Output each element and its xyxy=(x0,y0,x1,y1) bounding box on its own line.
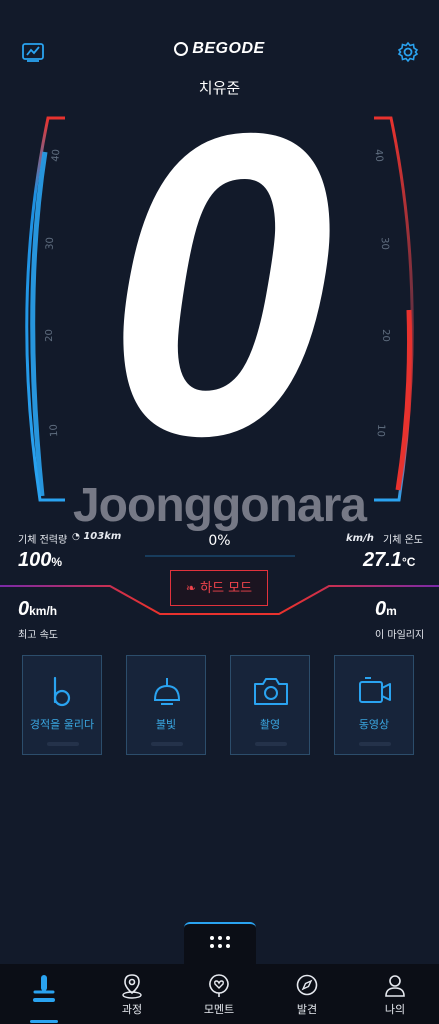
nav-label: 과정 xyxy=(121,1003,143,1016)
horn-icon xyxy=(53,676,71,707)
max-speed-value: 0km/h xyxy=(18,598,57,621)
nav-item-moment[interactable]: 모멘트 xyxy=(175,964,263,1024)
mileage-label: 이 마일리지 xyxy=(375,630,425,641)
temp-label: 기체 온도 xyxy=(383,535,423,546)
left-scale-label: 20 xyxy=(43,329,55,342)
leaf-icon: ❧ xyxy=(185,581,196,595)
speed-value: 0 xyxy=(106,45,334,525)
max-speed-unit: km/h xyxy=(29,604,58,618)
nav-item-me[interactable]: 나의 xyxy=(351,964,439,1024)
left-scale-label: 10 xyxy=(48,423,61,438)
card-indicator xyxy=(47,742,79,746)
speed-unit-label: km/h xyxy=(346,533,374,544)
right-scale-label: 10 xyxy=(374,423,387,438)
user-icon xyxy=(385,975,405,997)
max-speed-label: 최고 속도 xyxy=(18,630,58,641)
video-card[interactable]: 동영상 xyxy=(334,655,414,755)
mileage-number: 0 xyxy=(375,598,387,620)
nav-item-discover[interactable]: 발견 xyxy=(263,964,351,1024)
card-indicator xyxy=(255,742,287,746)
watermark-text: Joonggonara xyxy=(72,479,367,532)
hard-mode-label: 하드 모드 xyxy=(200,581,253,596)
light-card[interactable]: 불빛 xyxy=(126,655,206,755)
video-camera-icon xyxy=(359,677,391,703)
lamp-icon xyxy=(153,678,181,705)
mileage-unit: m xyxy=(386,604,397,618)
more-tab[interactable] xyxy=(184,922,256,966)
left-scale: 40 30 20 10 xyxy=(43,148,66,450)
card-label: 동영상 xyxy=(358,718,390,731)
bottom-nav: 과정 모멘트 발견 나의 xyxy=(0,964,439,1024)
card-label: 촬영 xyxy=(259,718,281,731)
mileage-value: 0m xyxy=(375,598,397,621)
horn-card[interactable]: 경적을 울리다 xyxy=(22,655,102,755)
hard-mode-button[interactable]: ❧ 하드 모드 xyxy=(170,570,268,606)
card-indicator xyxy=(151,742,183,746)
left-scale-label: 40 xyxy=(50,148,63,163)
dots-grid-icon xyxy=(210,936,230,948)
right-scale-label: 30 xyxy=(378,236,391,251)
card-label: 경적을 울리다 xyxy=(29,718,95,731)
max-speed-number: 0 xyxy=(18,598,30,620)
nav-label: 모멘트 xyxy=(203,1003,235,1016)
left-scale-label: 30 xyxy=(44,236,57,251)
right-scale-label: 40 xyxy=(372,148,385,163)
card-indicator xyxy=(359,742,391,746)
compass-icon xyxy=(296,974,318,996)
nav-item-course[interactable]: 과정 xyxy=(88,964,176,1024)
card-label: 불빛 xyxy=(155,718,177,731)
scooter-icon xyxy=(33,975,55,1002)
photo-card[interactable]: 촬영 xyxy=(230,655,310,755)
nav-label: 발견 xyxy=(296,1003,318,1016)
right-scale: 40 30 20 10 xyxy=(372,148,392,450)
gear-icon[interactable] xyxy=(397,41,419,67)
nav-item-scooter[interactable] xyxy=(0,964,88,1024)
heart-pin-icon xyxy=(209,974,229,997)
camera-icon xyxy=(254,678,288,705)
active-tab-indicator xyxy=(30,1020,58,1023)
right-gauge-fill xyxy=(395,309,413,491)
map-pin-icon xyxy=(122,974,142,999)
nav-label: 나의 xyxy=(384,1003,406,1016)
right-scale-label: 20 xyxy=(379,329,391,342)
